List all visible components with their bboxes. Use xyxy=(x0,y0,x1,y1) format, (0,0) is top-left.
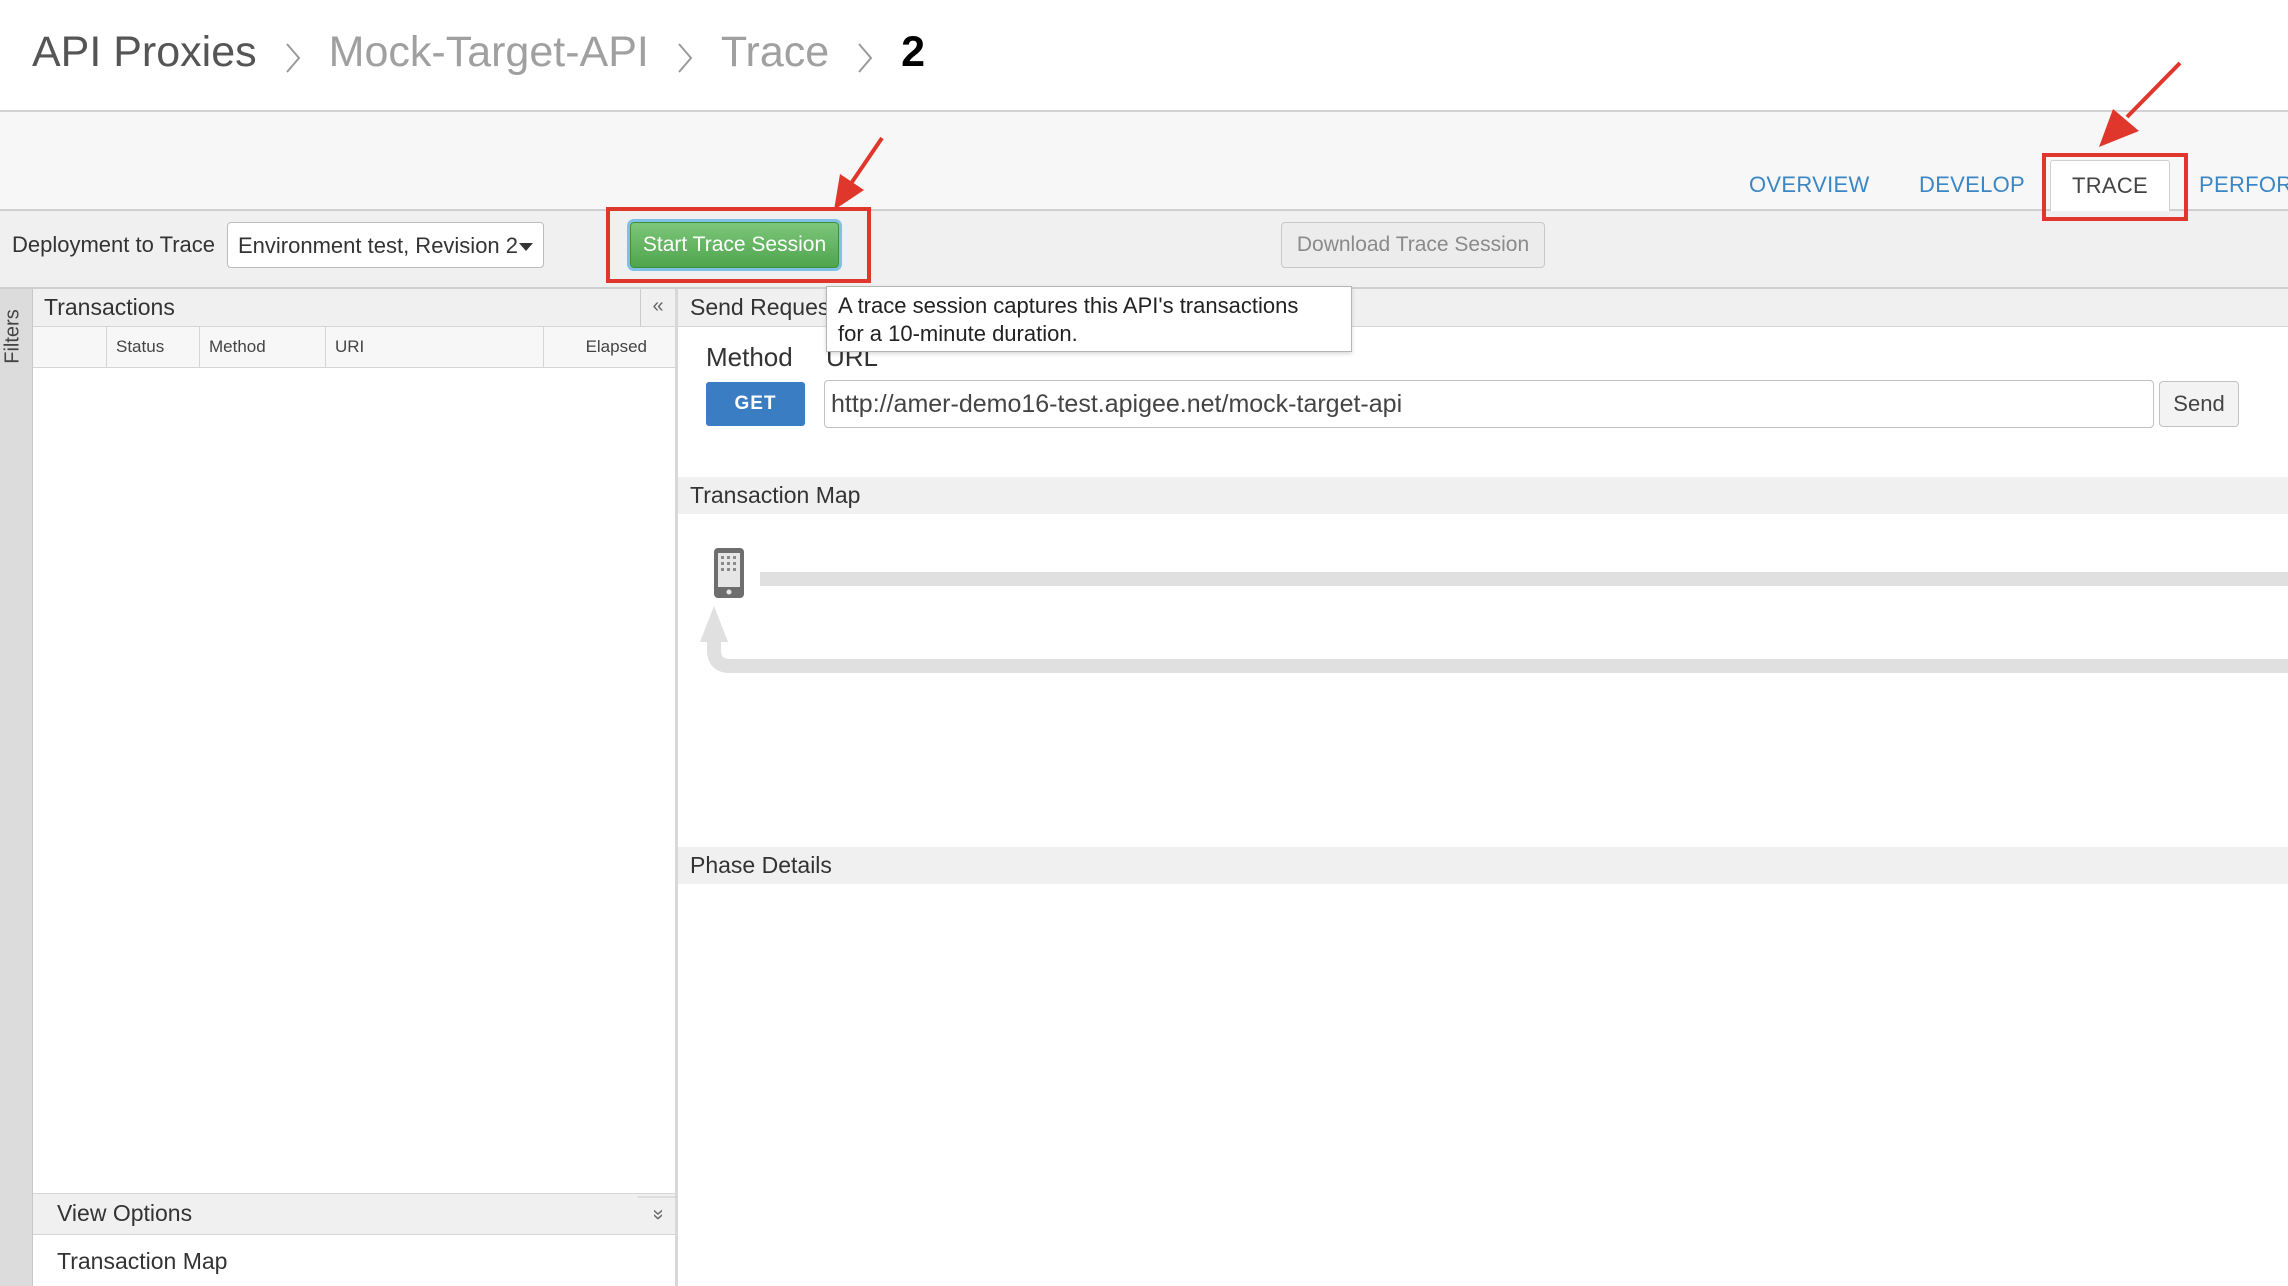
tooltip-line-1: A trace session captures this API's tran… xyxy=(838,293,1299,318)
transaction-map-title: Transaction Map xyxy=(690,482,861,508)
breadcrumb: API Proxies Mock-Target-API Trace 2 xyxy=(32,20,925,84)
deployment-select[interactable]: Environment test, Revision 2 xyxy=(227,222,544,268)
column-method[interactable]: Method xyxy=(199,327,325,367)
chevron-right-icon xyxy=(285,43,300,73)
annotation-arrow-icon xyxy=(834,136,884,210)
send-button[interactable]: Send xyxy=(2159,381,2239,427)
panel-splitter[interactable] xyxy=(675,289,678,1286)
send-request-title: Send Reques xyxy=(690,294,830,320)
tooltip-line-2: for a 10-minute duration. xyxy=(838,321,1078,346)
transactions-header: Transactions « xyxy=(33,289,675,327)
url-input[interactable] xyxy=(824,380,2154,428)
column-uri[interactable]: URI xyxy=(325,327,543,367)
chevron-right-icon xyxy=(678,43,693,73)
arrow-up-icon xyxy=(700,606,728,642)
transactions-table-header: Status Method URI Elapsed xyxy=(33,327,675,368)
breadcrumb-trace[interactable]: Trace xyxy=(721,28,829,77)
transaction-map-header: Transaction Map xyxy=(678,477,2288,514)
method-label: Method xyxy=(706,342,793,372)
transaction-map-diagram xyxy=(700,548,2288,673)
column-elapsed[interactable]: Elapsed xyxy=(543,327,675,367)
transactions-title: Transactions xyxy=(44,294,175,320)
filters-label: Filters xyxy=(1,309,24,364)
chevron-right-icon xyxy=(858,43,873,73)
tab-overview[interactable]: OVERVIEW xyxy=(1749,172,1870,198)
deployment-label: Deployment to Trace xyxy=(12,232,215,257)
filters-panel-toggle[interactable]: Filters xyxy=(0,289,33,1286)
start-trace-tooltip: A trace session captures this API's tran… xyxy=(826,286,1352,352)
tab-develop[interactable]: DEVELOP xyxy=(1919,172,2025,198)
expand-down-icon[interactable]: » xyxy=(637,1196,678,1232)
deployment-select-value: Environment test, Revision 2 xyxy=(238,233,519,258)
view-option-transaction-map[interactable]: Transaction Map xyxy=(57,1248,227,1275)
request-flow-line xyxy=(760,572,2288,586)
annotation-arrow-icon xyxy=(2099,61,2182,147)
response-flow-line xyxy=(707,640,2288,673)
phase-details-header: Phase Details xyxy=(678,847,2288,884)
annotation-box-start xyxy=(606,207,871,283)
tab-performance[interactable]: PERFORI xyxy=(2199,172,2288,198)
view-options-header: View Options » xyxy=(33,1193,678,1235)
breadcrumb-api-proxies[interactable]: API Proxies xyxy=(32,28,257,77)
annotation-box-trace-tab xyxy=(2042,153,2188,221)
collapse-left-icon[interactable]: « xyxy=(640,289,675,326)
breadcrumb-proxy-name[interactable]: Mock-Target-API xyxy=(329,28,649,77)
view-options-title: View Options xyxy=(57,1200,193,1226)
download-trace-session-button[interactable]: Download Trace Session xyxy=(1281,222,1545,268)
caret-down-icon xyxy=(519,243,533,251)
phase-details-title: Phase Details xyxy=(690,852,832,878)
column-status[interactable]: Status xyxy=(106,327,199,367)
method-get-button[interactable]: GET xyxy=(706,382,805,426)
breadcrumb-revision: 2 xyxy=(901,27,926,76)
mobile-device-icon xyxy=(714,548,744,598)
